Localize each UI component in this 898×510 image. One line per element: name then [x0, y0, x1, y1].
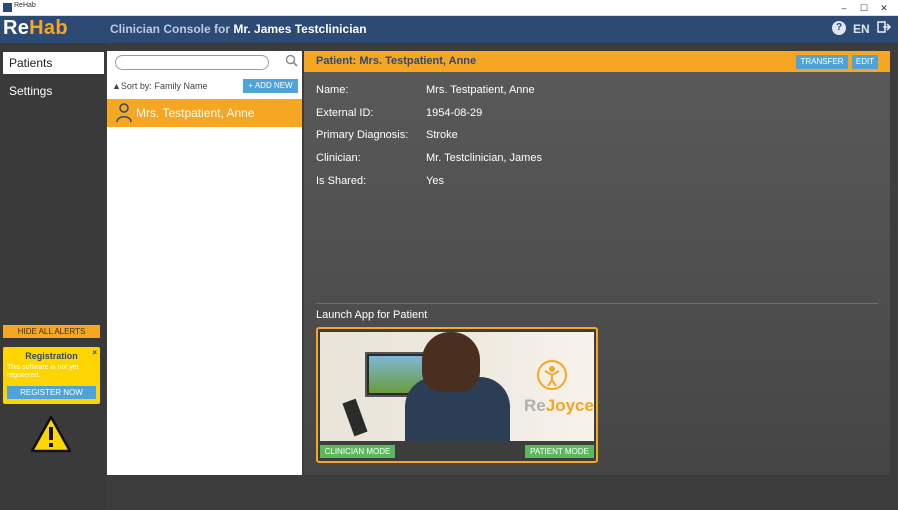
language-selector[interactable]: EN	[853, 22, 870, 36]
registration-alert: Registration × This software is not yet …	[3, 347, 100, 404]
patient-list-panel: ▲Sort by: Family Name + ADD NEW Mrs. Tes…	[107, 51, 302, 475]
sidebar-item-settings[interactable]: Settings	[3, 80, 104, 102]
rejoyce-app-image: ReJoyce	[320, 332, 594, 441]
registration-text: This software is not yet registered.	[7, 364, 79, 379]
glove-graphic	[342, 398, 368, 437]
window-titlebar: ReHab – ☐ ✕	[0, 0, 898, 16]
rehab-logo: ReHab	[3, 17, 68, 39]
warning-icon	[30, 415, 72, 458]
patient-name: Mrs. Testpatient, Anne	[136, 106, 255, 120]
console-title: Clinician Console for Mr. James Testclin…	[110, 22, 367, 36]
app-icon	[3, 3, 12, 12]
field-value-external-id: 1954-08-29	[426, 107, 483, 119]
hide-all-alerts-button[interactable]: HIDE ALL ALERTS	[3, 325, 100, 338]
maximize-button[interactable]: ☐	[854, 1, 874, 15]
help-icon[interactable]: ?	[832, 21, 846, 35]
clinician-name: Mr. James Testclinician	[233, 22, 367, 36]
minimize-button[interactable]: –	[834, 1, 854, 15]
exit-icon[interactable]	[877, 20, 892, 37]
field-label-diagnosis: Primary Diagnosis:	[316, 129, 409, 141]
sort-up-icon: ▲	[112, 81, 121, 91]
launch-app-card[interactable]: ReJoyce CLINICIAN MODE PATIENT MODE	[316, 327, 598, 463]
patient-detail-panel: Patient: Mrs. Testpatient, Anne TRANSFER…	[304, 51, 890, 475]
close-alert-icon[interactable]: ×	[92, 348, 97, 357]
window-title: ReHab	[14, 2, 36, 9]
field-value-diagnosis: Stroke	[426, 129, 458, 141]
field-label-clinician: Clinician:	[316, 152, 361, 164]
patient-search-input[interactable]	[115, 55, 269, 70]
transfer-button[interactable]: TRANSFER	[796, 55, 848, 69]
field-label-name: Name:	[316, 84, 349, 96]
rejoyce-logo-icon	[537, 360, 567, 390]
rejoyce-logo-text: ReJoyce	[524, 396, 594, 415]
sidebar-item-patients[interactable]: Patients	[3, 52, 104, 74]
registration-title: Registration	[25, 351, 78, 361]
field-value-name: Mrs. Testpatient, Anne	[426, 84, 535, 96]
field-label-external-id: External ID:	[316, 107, 374, 119]
add-new-button[interactable]: + ADD NEW	[243, 79, 298, 93]
person-head-graphic	[422, 332, 480, 392]
register-now-button[interactable]: REGISTER NOW	[7, 386, 96, 399]
detail-title: Patient: Mrs. Testpatient, Anne	[316, 55, 477, 67]
sidebar: Patients Settings HIDE ALL ALERTS Regist…	[0, 43, 106, 510]
patient-mode-button[interactable]: PATIENT MODE	[525, 445, 594, 458]
section-divider	[316, 303, 878, 304]
detail-header: Patient: Mrs. Testpatient, Anne TRANSFER…	[304, 51, 890, 72]
clinician-mode-button[interactable]: CLINICIAN MODE	[320, 445, 395, 458]
patient-avatar-icon	[116, 103, 132, 128]
sort-value: Family Name	[154, 81, 208, 91]
edit-button[interactable]: EDIT	[852, 55, 878, 69]
list-item[interactable]: Mrs. Testpatient, Anne	[107, 99, 302, 127]
field-value-clinician: Mr. Testclinician, James	[426, 152, 542, 164]
launch-app-title: Launch App for Patient	[316, 309, 428, 321]
app-header: ReHab Clinician Console for Mr. James Te…	[0, 16, 898, 43]
field-value-is-shared: Yes	[426, 175, 444, 187]
close-button[interactable]: ✕	[874, 1, 894, 15]
sort-control[interactable]: ▲Sort by: Family Name	[112, 81, 207, 91]
field-label-is-shared: Is Shared:	[316, 175, 367, 187]
search-icon[interactable]	[285, 54, 298, 72]
